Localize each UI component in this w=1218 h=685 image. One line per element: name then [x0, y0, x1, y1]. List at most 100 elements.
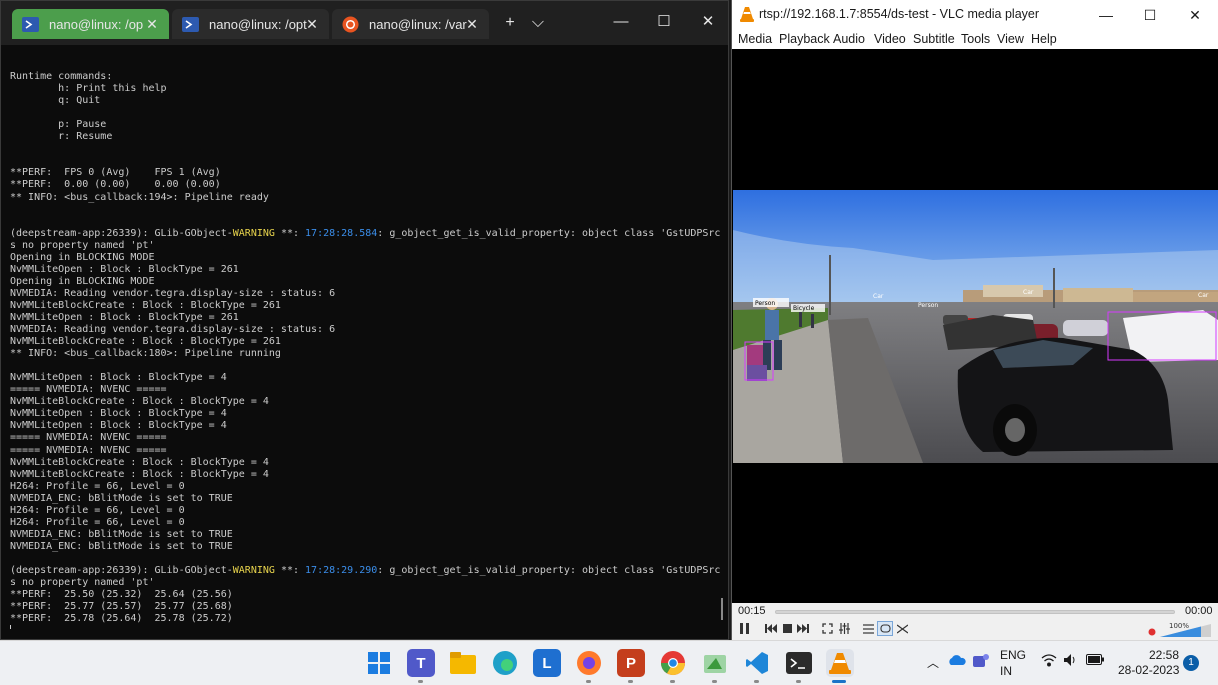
- vlc-icon[interactable]: [826, 649, 854, 677]
- menu-video[interactable]: Video: [874, 32, 906, 46]
- menu-help[interactable]: Help: [1031, 32, 1057, 46]
- menu-tools[interactable]: Tools: [961, 32, 990, 46]
- tab-3[interactable]: nano@linux: /var ✕: [332, 9, 489, 39]
- terminal-line: s no property named 'pt': [10, 577, 155, 589]
- tab-1[interactable]: nano@linux: /op ✕: [12, 9, 169, 39]
- text-cursor: [10, 625, 11, 629]
- running-indicator: [712, 680, 717, 683]
- new-tab-button[interactable]: +: [495, 11, 525, 35]
- terminal-line: p: Pause: [10, 119, 107, 131]
- minimize-button[interactable]: —: [1084, 0, 1128, 30]
- terminal-line: NvMMLiteBlockCreate : Block : BlockType …: [10, 456, 269, 468]
- l-app-icon[interactable]: L: [533, 649, 561, 677]
- equalizer-icon[interactable]: [836, 621, 852, 636]
- menu-subtitle[interactable]: Subtitle: [913, 32, 955, 46]
- paint-icon[interactable]: [701, 649, 729, 677]
- volume-icon[interactable]: [1063, 653, 1079, 670]
- menu-playback[interactable]: Playback: [779, 32, 830, 46]
- wifi-icon[interactable]: [1041, 653, 1057, 670]
- powerpoint-icon[interactable]: P: [617, 649, 645, 677]
- playback-controls: 00:15 00:00 100%: [732, 603, 1218, 640]
- terminal-line: NvMMLiteBlockCreate : Block : BlockType …: [10, 299, 281, 311]
- tab-dropdown-button[interactable]: ⌵: [523, 11, 553, 35]
- terminal-line: **PERF: 25.78 (25.64) 25.78 (25.72): [10, 613, 233, 625]
- onedrive-icon[interactable]: [948, 653, 966, 670]
- playlist-icon[interactable]: [860, 621, 876, 636]
- language-indicator[interactable]: ENG IN: [1000, 647, 1026, 679]
- clock-date[interactable]: 28-02-2023: [1118, 663, 1179, 677]
- terminal-text-segment: : g_object_get_is_valid_property: object…: [377, 227, 722, 239]
- close-button[interactable]: ✕: [688, 7, 728, 37]
- chevron-up-icon[interactable]: ︿: [927, 654, 939, 671]
- menu-audio[interactable]: Audio: [833, 32, 865, 46]
- detection-label: Person: [755, 300, 775, 307]
- windows-start-icon[interactable]: [365, 649, 393, 677]
- terminal-line: NvMMLiteBlockCreate : Block : BlockType …: [10, 336, 281, 348]
- fullscreen-icon[interactable]: [819, 621, 835, 636]
- terminal-titlebar: nano@linux: /op ✕ nano@linux: /opt ✕ nan…: [1, 1, 728, 45]
- teams-tray-icon[interactable]: [971, 652, 989, 673]
- maximize-button[interactable]: ☐: [644, 7, 684, 37]
- seek-bar[interactable]: [775, 610, 1175, 614]
- video-frame: Person Bicycle Car Car Car Person: [733, 190, 1218, 463]
- detection-label: Person: [918, 302, 938, 309]
- terminal-output[interactable]: Runtime commands: h: Print this help q: …: [10, 59, 722, 629]
- next-button[interactable]: [795, 621, 811, 636]
- close-icon[interactable]: ✕: [303, 15, 321, 33]
- battery-icon[interactable]: [1086, 654, 1104, 668]
- language-code: ENG: [1000, 648, 1027, 662]
- running-indicator: [796, 680, 801, 683]
- terminal-line: NvMMLiteOpen : Block : BlockType = 4: [10, 372, 227, 384]
- firefox-icon[interactable]: [575, 649, 603, 677]
- minimize-button[interactable]: —: [601, 7, 641, 37]
- terminal-line: s no property named 'pt': [10, 239, 155, 251]
- terminal-line: q: Quit: [10, 95, 101, 107]
- file-explorer-icon[interactable]: [449, 649, 477, 677]
- detection-label: Car: [1023, 289, 1034, 296]
- terminal-text-segment: WARNING: [232, 564, 275, 576]
- powershell-icon: [182, 16, 199, 33]
- loop-icon[interactable]: [877, 621, 893, 636]
- terminal-text-segment: : g_object_get_is_valid_property: object…: [377, 564, 722, 576]
- terminal-text-segment: (deepstream-app:26339): GLib-GObject-: [10, 564, 233, 576]
- terminal-line: ** INFO: <bus_callback:180>: Pipeline ru…: [10, 348, 281, 360]
- stop-button[interactable]: [779, 621, 795, 636]
- menu-view[interactable]: View: [997, 32, 1024, 46]
- terminal-line: **PERF: 25.77 (25.57) 25.77 (25.68): [10, 601, 233, 613]
- maximize-button[interactable]: ☐: [1128, 0, 1172, 30]
- close-icon[interactable]: ✕: [463, 15, 481, 33]
- volume-label: 100%: [1169, 622, 1189, 630]
- teams-icon[interactable]: T: [407, 649, 435, 677]
- menu-media[interactable]: Media: [738, 32, 772, 46]
- terminal-cursor-line: [10, 625, 722, 629]
- edge-icon[interactable]: [491, 649, 519, 677]
- vscode-icon[interactable]: [743, 649, 771, 677]
- terminal-line: NVMEDIA_ENC: bBlitMode is set to TRUE: [10, 540, 233, 552]
- previous-button[interactable]: [763, 621, 779, 636]
- chrome-icon[interactable]: [659, 649, 687, 677]
- detection-label: Bicycle: [793, 305, 815, 312]
- terminal-line: (deepstream-app:26339): GLib-GObject-WAR…: [10, 228, 722, 240]
- terminal-line: ===== NVMEDIA: NVENC =====: [10, 444, 167, 456]
- close-button[interactable]: ✕: [1173, 0, 1217, 30]
- close-icon[interactable]: ✕: [143, 15, 161, 33]
- notification-badge[interactable]: 1: [1183, 655, 1199, 671]
- running-indicator: [670, 680, 675, 683]
- scrollbar[interactable]: [721, 598, 723, 620]
- taskbar: T L P ︿ ENG IN 22:58 28-02-2023 1: [0, 640, 1218, 685]
- tab-2[interactable]: nano@linux: /opt ✕: [172, 9, 329, 39]
- shuffle-icon[interactable]: [894, 621, 910, 636]
- video-area[interactable]: Person Bicycle Car Car Car Person: [732, 49, 1218, 603]
- terminal-line: **PERF: 0.00 (0.00) 0.00 (0.00): [10, 179, 221, 191]
- terminal-line: NvMMLiteBlockCreate : Block : BlockType …: [10, 468, 269, 480]
- terminal-icon[interactable]: [785, 649, 813, 677]
- terminal-line: H264: Profile = 66, Level = 0: [10, 516, 185, 528]
- clock-time[interactable]: 22:58: [1144, 647, 1179, 663]
- pause-button[interactable]: [737, 621, 753, 636]
- ubuntu-icon: [342, 16, 359, 33]
